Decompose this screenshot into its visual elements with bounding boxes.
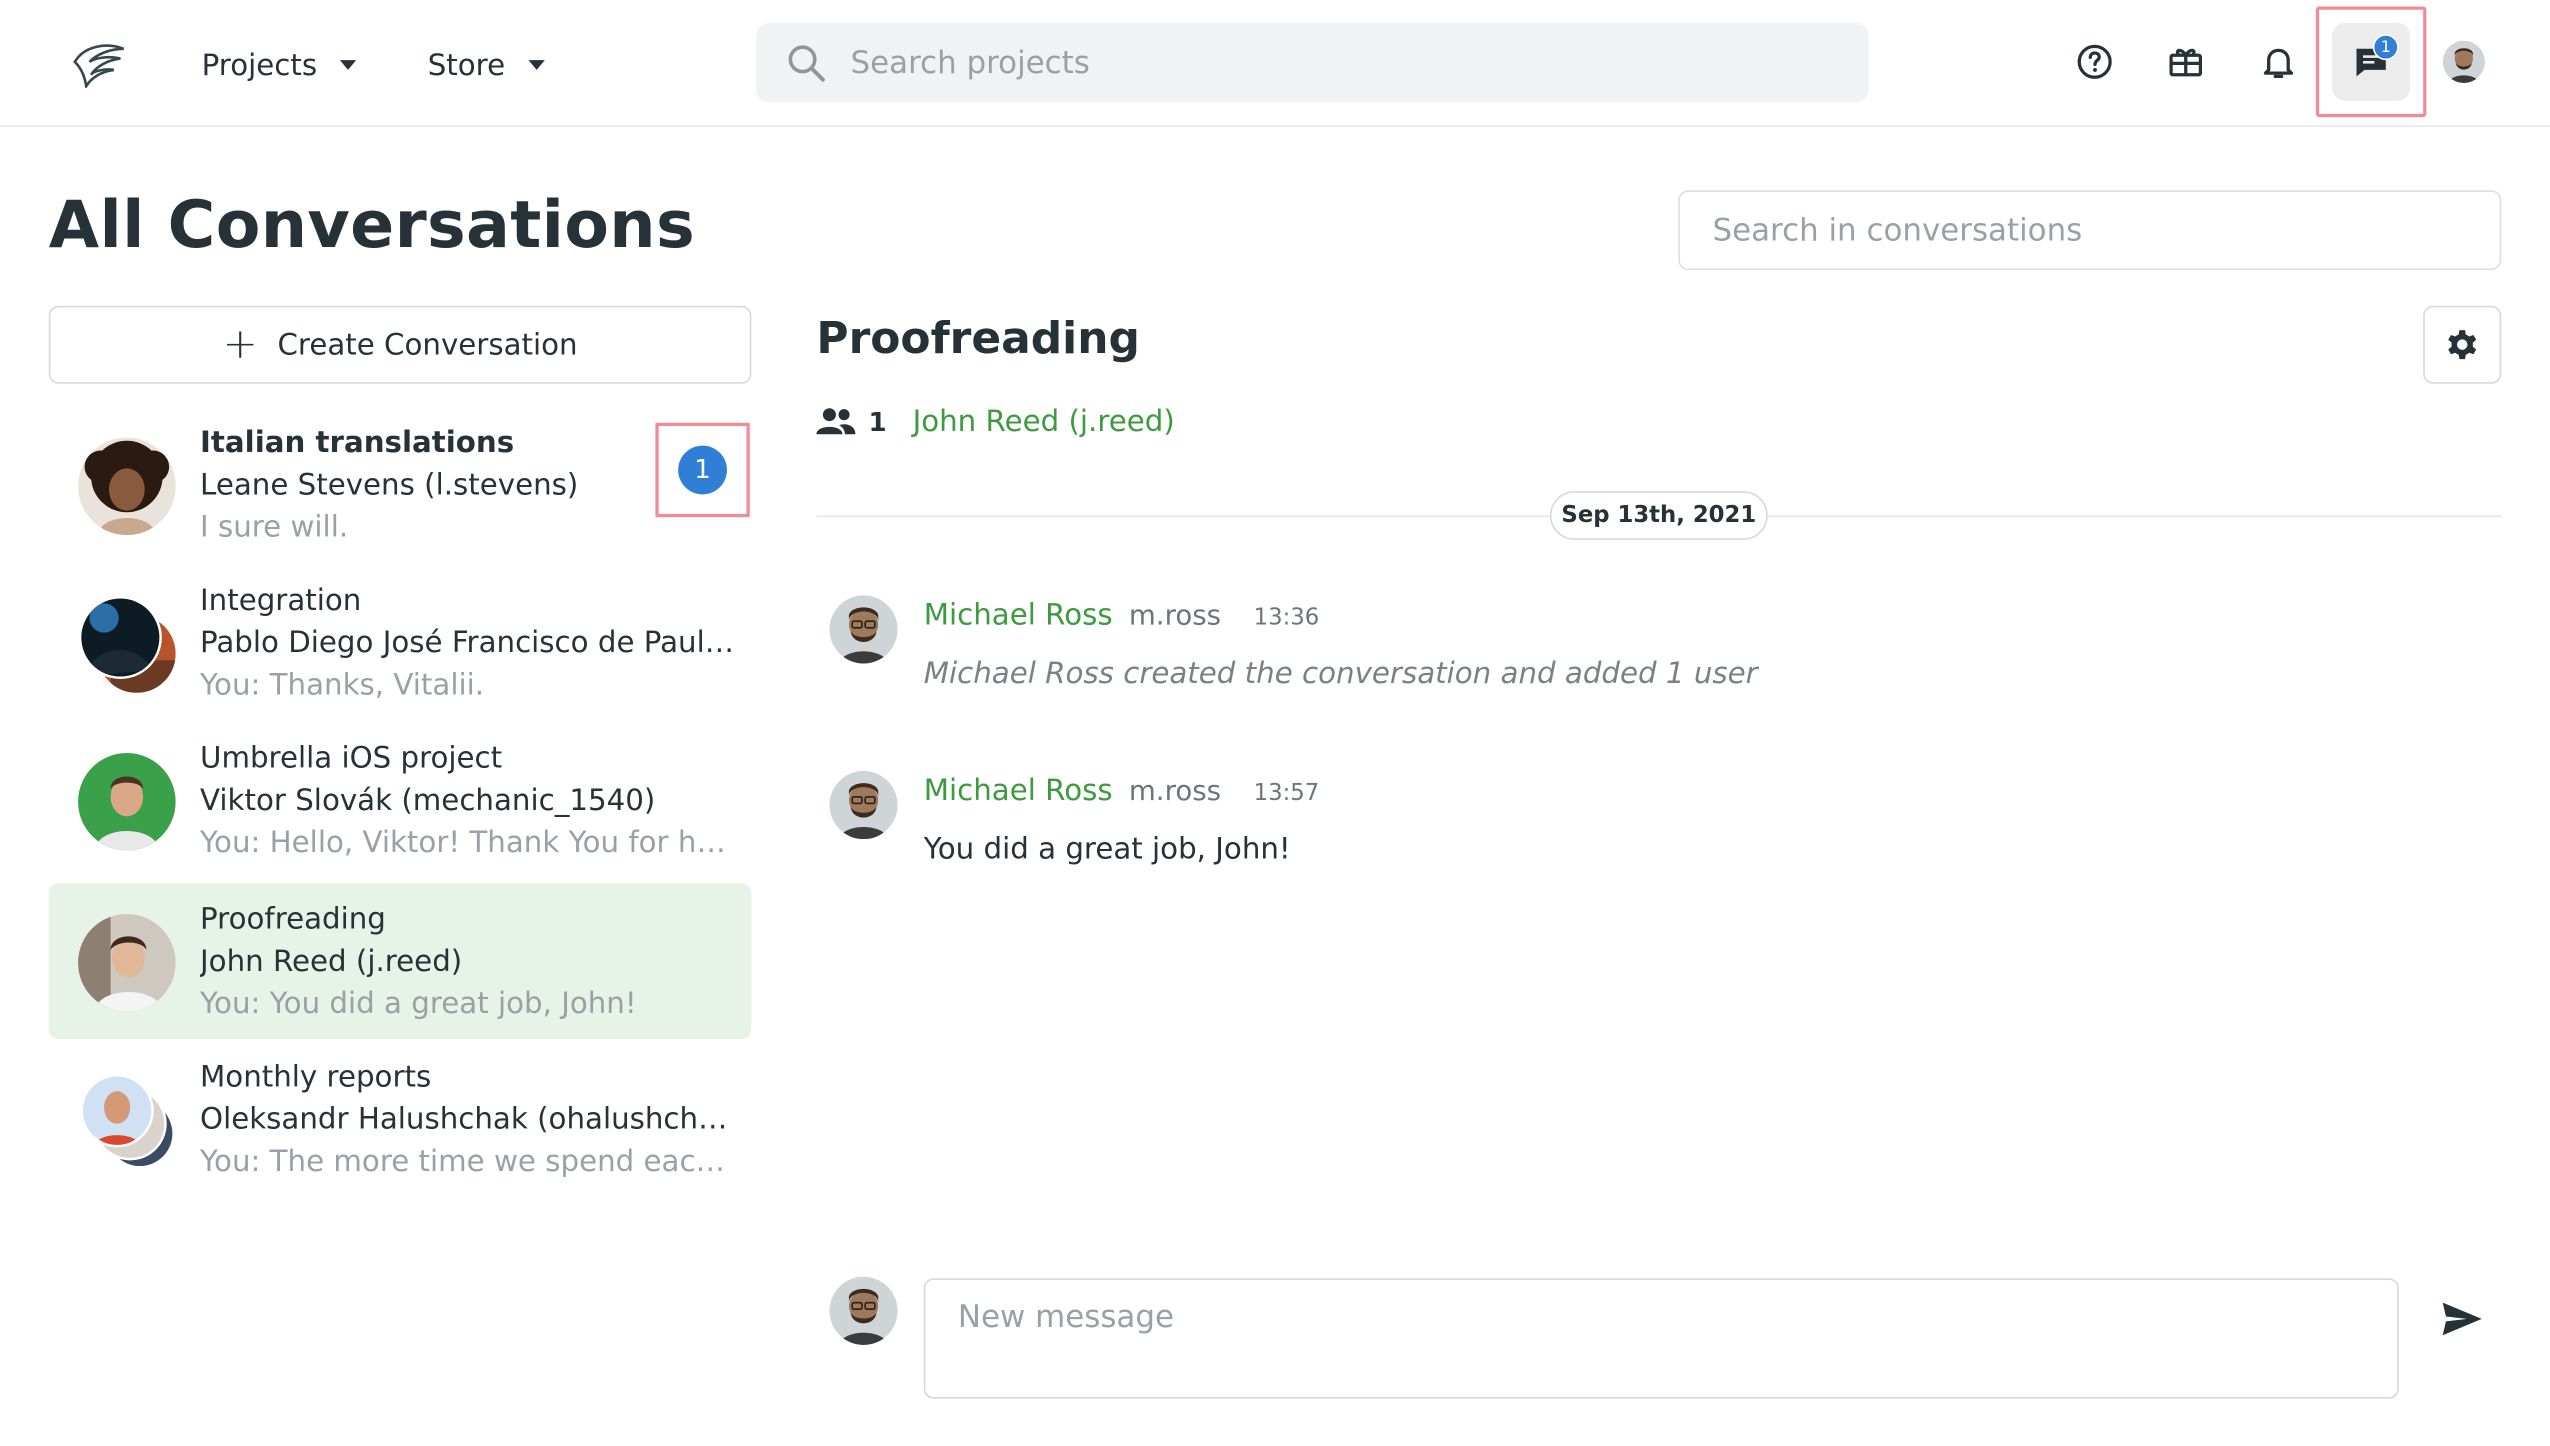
message-text: You did a great job, John! bbox=[923, 832, 1291, 867]
avatar[interactable] bbox=[829, 595, 898, 664]
message-time: 13:57 bbox=[1253, 780, 1320, 807]
messages-button[interactable]: 1 bbox=[2315, 6, 2427, 118]
top-bar: Projects Store Search projects 1 bbox=[0, 0, 2550, 127]
conversation-text: Integration Pablo Diego José Francisco d… bbox=[200, 581, 737, 708]
avatar-image bbox=[829, 770, 898, 840]
gear-icon bbox=[2448, 330, 2477, 360]
conversation-group-avatar bbox=[78, 596, 176, 693]
conversation-avatar bbox=[78, 913, 176, 1012]
conversation-participants: Pablo Diego José Francisco de Paula ... bbox=[200, 626, 737, 661]
create-conversation-button[interactable]: + Create Conversation bbox=[48, 305, 752, 384]
avatar-image bbox=[829, 595, 898, 664]
avatar[interactable] bbox=[829, 770, 898, 840]
composer-avatar bbox=[829, 1276, 898, 1345]
project-search bbox=[756, 22, 1869, 103]
app-root: Projects Store Search projects 1 All Con… bbox=[0, 0, 2550, 1446]
conversation-participants: Oleksandr Halushchak (ohalushcha), ... bbox=[200, 1102, 737, 1137]
conversation-item[interactable]: Integration Pablo Diego José Francisco d… bbox=[49, 564, 752, 720]
bell-icon bbox=[2263, 48, 2294, 79]
send-icon bbox=[2442, 1302, 2482, 1336]
logo-icon[interactable] bbox=[72, 39, 127, 88]
avatar-image bbox=[829, 1276, 898, 1345]
conversation-avatar bbox=[78, 437, 176, 536]
message-author[interactable]: Michael Ross bbox=[924, 774, 1113, 808]
messages-badge: 1 bbox=[2372, 34, 2399, 61]
unread-count-badge: 1 bbox=[678, 445, 727, 495]
message-username: m.ross bbox=[1128, 775, 1222, 809]
message-author[interactable]: Michael Ross bbox=[924, 598, 1113, 632]
conversation-group-avatar bbox=[80, 1074, 173, 1167]
conversation-text: Umbrella iOS project Viktor Slovák (mech… bbox=[200, 738, 737, 865]
user-avatar[interactable] bbox=[2442, 40, 2485, 83]
new-message-input[interactable] bbox=[923, 1278, 2399, 1399]
projects-menu-label: Projects bbox=[201, 47, 318, 83]
conversation-item[interactable]: Umbrella iOS project Viktor Slovák (mech… bbox=[49, 722, 752, 878]
notifications-button[interactable] bbox=[2252, 36, 2304, 88]
message-header: Michael Ross m.ross 13:36 bbox=[924, 598, 1320, 632]
conversation-title: Integration bbox=[200, 583, 362, 618]
send-button[interactable] bbox=[2436, 1295, 2488, 1344]
plus-icon: + bbox=[222, 320, 258, 370]
gift-button[interactable] bbox=[2160, 36, 2212, 88]
conversation-text: Proofreading John Reed (j.reed) You: You… bbox=[200, 899, 737, 1026]
create-conversation-label: Create Conversation bbox=[277, 327, 578, 362]
conversation-participants: Viktor Slovák (mechanic_1540) bbox=[200, 783, 656, 819]
chevron-down-icon bbox=[339, 60, 357, 70]
messages-button-bg: 1 bbox=[2332, 22, 2411, 101]
conversation-last-message: You: Thanks, Vitalii. bbox=[200, 668, 485, 703]
conversation-last-message: You: The more time we spend each m... bbox=[200, 1144, 737, 1180]
conversation-item[interactable]: Monthly reports Oleksandr Halushchak (oh… bbox=[49, 1041, 752, 1197]
member-link[interactable]: John Reed (j.reed) bbox=[913, 404, 1175, 438]
chat-members: 1 John Reed (j.reed) bbox=[816, 400, 1175, 442]
date-pill: Sep 13th, 2021 bbox=[1549, 491, 1768, 540]
message-username: m.ross bbox=[1128, 600, 1222, 633]
conversation-item-active[interactable]: Proofreading John Reed (j.reed) You: You… bbox=[48, 883, 752, 1040]
page-title: All Conversations bbox=[48, 188, 696, 264]
search-icon bbox=[788, 45, 825, 82]
conversation-search-input[interactable] bbox=[1678, 190, 2502, 270]
conversation-title: Proofreading bbox=[200, 902, 386, 937]
project-search-input[interactable] bbox=[850, 22, 1827, 103]
chat-title: Proofreading bbox=[816, 313, 1140, 365]
people-icon bbox=[816, 408, 856, 435]
member-count: 1 bbox=[868, 405, 887, 437]
system-message-text: Michael Ross created the conversation an… bbox=[923, 657, 1758, 692]
conversation-item[interactable]: Italian translations Leane Stevens (l.st… bbox=[49, 407, 752, 563]
message-time: 13:36 bbox=[1253, 604, 1320, 632]
conversation-participants: John Reed (j.reed) bbox=[200, 944, 463, 980]
help-button[interactable] bbox=[2069, 36, 2121, 88]
help-icon bbox=[2077, 44, 2112, 79]
conversation-last-message: You: Hello, Viktor! Thank You for helpi.… bbox=[200, 826, 737, 861]
chevron-down-icon bbox=[527, 60, 545, 70]
conversation-title: Monthly reports bbox=[200, 1060, 432, 1095]
message-header: Michael Ross m.ross 13:57 bbox=[924, 774, 1320, 808]
gift-icon bbox=[2169, 48, 2203, 77]
conversation-settings-button[interactable] bbox=[2423, 305, 2502, 384]
store-menu[interactable]: Store bbox=[427, 42, 545, 88]
unread-badge-highlight: 1 bbox=[655, 422, 750, 518]
user-avatar-image bbox=[2442, 40, 2485, 83]
conversation-last-message: You: You did a great job, John! bbox=[200, 987, 637, 1022]
conversation-text: Monthly reports Oleksandr Halushchak (oh… bbox=[200, 1057, 737, 1184]
store-menu-label: Store bbox=[427, 47, 506, 83]
conversation-title: Umbrella iOS project bbox=[200, 741, 503, 776]
conversation-avatar bbox=[78, 752, 176, 851]
projects-menu[interactable]: Projects bbox=[201, 42, 357, 88]
